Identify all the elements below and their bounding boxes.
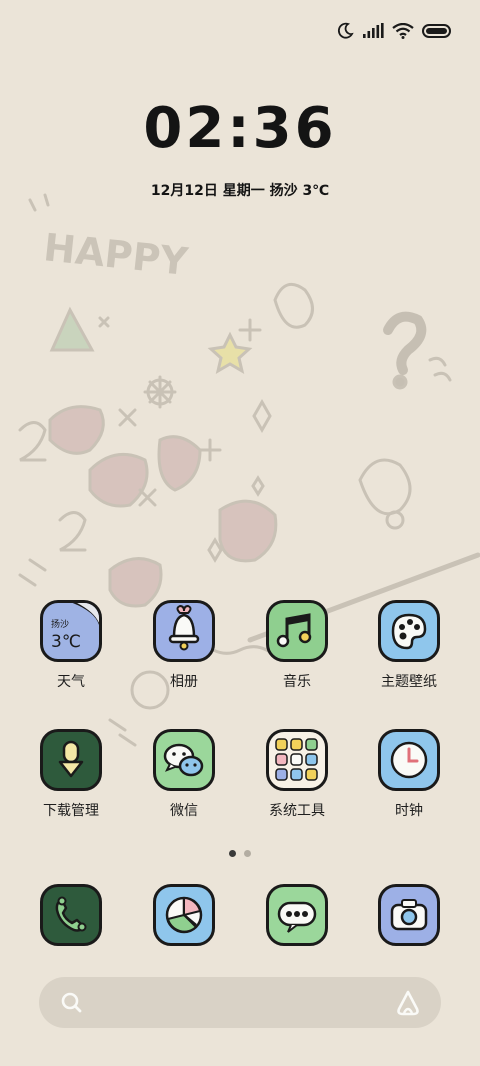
app-label-gallery: 相册 xyxy=(170,674,198,690)
lockscreen-clock[interactable]: 02:36 xyxy=(0,96,480,161)
wifi-icon xyxy=(392,23,414,39)
app-themes[interactable]: 主题壁纸 xyxy=(361,600,457,710)
app-wechat[interactable]: 微信 xyxy=(136,729,232,839)
home-screen: HAPPY 02:36 12月12日 星期一 扬沙 3℃ 扬沙 3℃ 天气 相册… xyxy=(0,0,480,1066)
app-label-system-tools: 系统工具 xyxy=(269,803,325,819)
status-bar xyxy=(336,18,452,44)
app-weather[interactable]: 扬沙 3℃ 天气 xyxy=(23,600,119,710)
gallery-bell-icon[interactable] xyxy=(153,600,215,662)
dock-messages[interactable] xyxy=(249,884,345,950)
search-icon[interactable] xyxy=(61,992,82,1013)
weather-city: 扬沙 xyxy=(51,620,70,630)
wechat-icon[interactable] xyxy=(153,729,215,791)
dock-phone[interactable] xyxy=(23,884,119,950)
app-label-themes: 主题壁纸 xyxy=(381,674,437,690)
app-music[interactable]: 音乐 xyxy=(249,600,345,710)
music-icon[interactable] xyxy=(266,600,328,662)
phone-icon[interactable] xyxy=(40,884,102,946)
app-gallery[interactable]: 相册 xyxy=(136,600,232,710)
assistant-icon[interactable] xyxy=(397,990,419,1016)
moon-icon xyxy=(337,22,354,39)
dock-camera[interactable] xyxy=(361,884,457,950)
theme-palette-icon[interactable] xyxy=(378,600,440,662)
page-dot-active[interactable] xyxy=(229,850,236,857)
search-bar[interactable] xyxy=(39,977,441,1028)
app-label-music: 音乐 xyxy=(283,674,311,690)
battery-icon xyxy=(422,24,451,38)
dock xyxy=(0,884,480,950)
app-row-2: 下载管理 微信 系统工具 时钟 xyxy=(0,729,480,839)
app-clock[interactable]: 时钟 xyxy=(361,729,457,839)
app-label-clock: 时钟 xyxy=(395,803,423,819)
weather-temp: 3℃ xyxy=(51,632,81,652)
date-weather-line: 12月12日 星期一 扬沙 3℃ xyxy=(150,183,330,199)
app-row-1: 扬沙 3℃ 天气 相册 音乐 主题壁纸 xyxy=(0,600,480,710)
camera-icon[interactable] xyxy=(378,884,440,946)
app-system-tools[interactable]: 系统工具 xyxy=(249,729,345,839)
page-indicator[interactable] xyxy=(0,850,480,857)
app-label-weather: 天气 xyxy=(57,674,85,690)
clock-icon[interactable] xyxy=(378,729,440,791)
app-label-wechat: 微信 xyxy=(170,803,198,819)
system-tools-icon[interactable] xyxy=(266,729,328,791)
app-downloads[interactable]: 下载管理 xyxy=(23,729,119,839)
messages-icon[interactable] xyxy=(266,884,328,946)
signal-icon xyxy=(363,23,384,38)
download-icon[interactable] xyxy=(40,729,102,791)
app-label-downloads: 下载管理 xyxy=(43,803,99,819)
browser-icon[interactable] xyxy=(153,884,215,946)
page-dot[interactable] xyxy=(244,850,251,857)
weather-icon[interactable]: 扬沙 3℃ xyxy=(40,600,102,662)
wallpaper-happy-text: HAPPY xyxy=(42,225,191,284)
dock-browser[interactable] xyxy=(136,884,232,950)
